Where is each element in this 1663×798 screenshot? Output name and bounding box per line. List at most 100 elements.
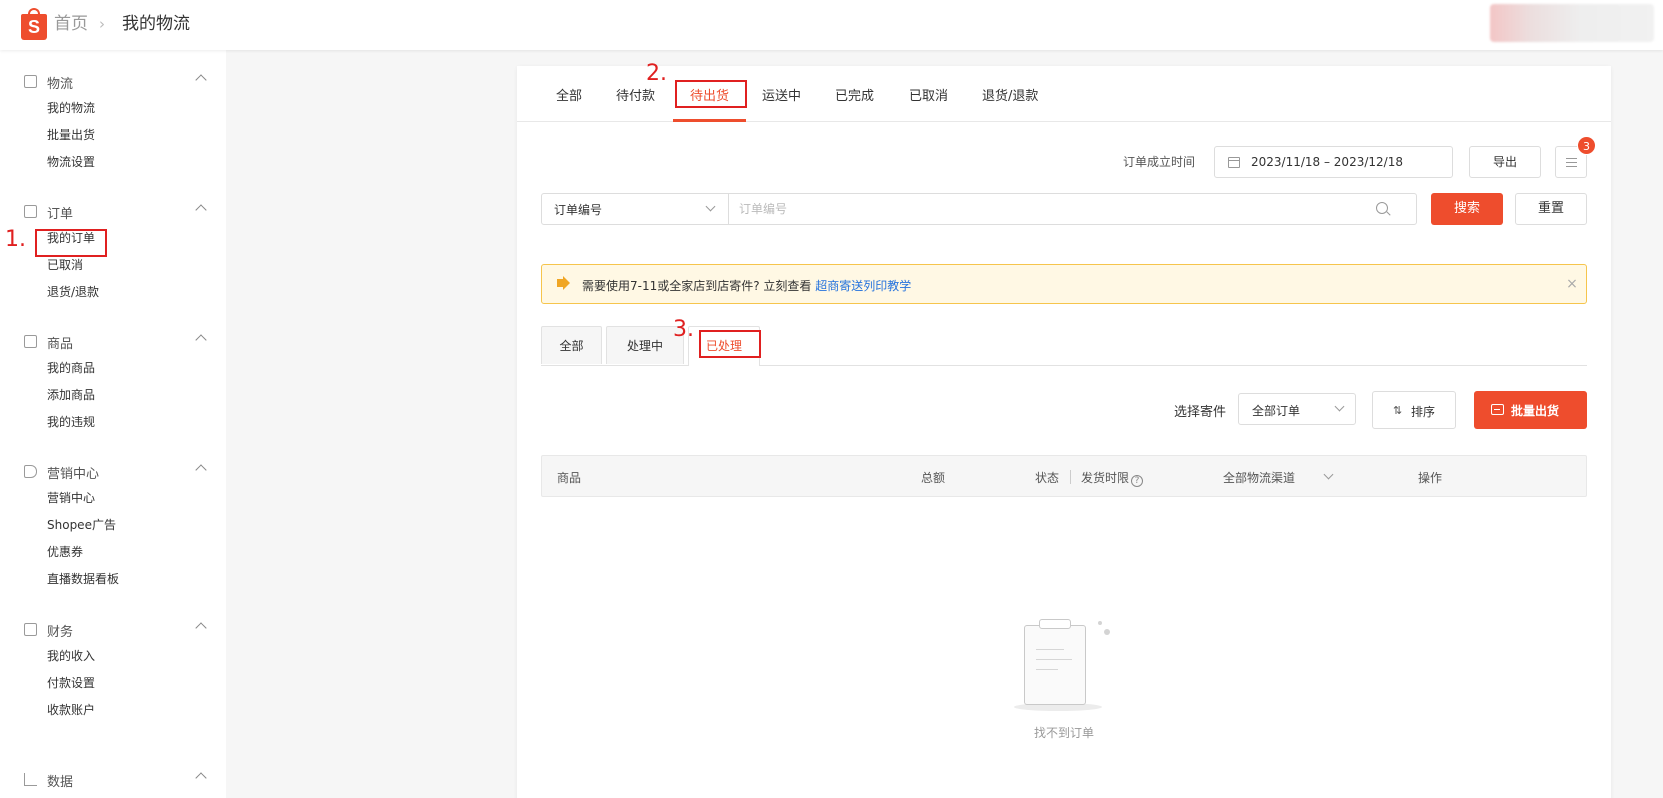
processing-tabs: 全部 处理中 已处理 [541,326,1587,366]
sidebar-item-marketing-center[interactable]: 营销中心 [47,489,95,506]
sidebar-section-title: 商品 [47,337,74,352]
search-icon[interactable] [1376,202,1388,214]
clipboard-icon [24,205,37,218]
chart-icon [24,773,37,786]
shopee-logo-icon[interactable]: S [21,8,47,40]
column-ship-deadline-label: 发货时限 [1081,471,1130,485]
column-logistics-channel[interactable]: 全部物流渠道 [1223,469,1295,486]
sidebar-item-payment-settings[interactable]: 付款设置 [47,674,95,691]
sidebar-section-title: 数据 [47,775,74,790]
sidebar-item-my-income[interactable]: 我的收入 [47,647,95,664]
empty-state-text: 找不到订单 [1033,726,1094,740]
sidebar-item-logistics-settings[interactable]: 物流设置 [47,153,95,170]
help-icon[interactable]: ? [1131,475,1144,487]
chevron-up-icon[interactable] [195,622,207,634]
breadcrumb-separator: › [99,15,105,33]
chevron-up-icon[interactable] [195,772,207,784]
sidebar-section-header[interactable]: 财务 [22,620,212,640]
sidebar-item-shopee-ads[interactable]: Shopee广告 [47,516,116,533]
column-ship-deadline: 发货时限? [1081,469,1144,487]
sidebar-item-violations[interactable]: 我的违规 [47,413,95,430]
chevron-up-icon[interactable] [195,74,207,86]
order-time-label: 订单成立时间 [1123,155,1196,169]
tab-unpaid[interactable]: 待付款 [616,85,655,104]
select-shipment-label: 选择寄件 [1174,405,1227,420]
sidebar-section-title: 物流 [47,77,74,92]
chevron-down-icon [1334,401,1345,412]
annotation-number-1: 1. [5,227,26,252]
tab-cancelled[interactable]: 已取消 [909,85,948,104]
sidebar-section-header[interactable]: 订单 [22,202,212,222]
sidebar-item-my-logistics[interactable]: 我的物流 [47,99,95,116]
tab-completed[interactable]: 已完成 [835,85,874,104]
notification-badge: 3 [1577,136,1596,155]
chevron-down-icon [705,201,716,212]
notice-link[interactable]: 超商寄送列印教学 [815,279,911,293]
breadcrumb-current: 我的物流 [122,14,190,34]
annotation-box-1 [35,229,107,257]
notice-text: 需要使用7-11或全家店到店寄件? 立刻查看 超商寄送列印教学 [582,277,911,294]
sidebar-item-payout-account[interactable]: 收款账户 [47,701,95,718]
notice-banner: 需要使用7-11或全家店到店寄件? 立刻查看 超商寄送列印教学 × [541,264,1587,304]
column-divider [1070,470,1071,484]
search-type-select[interactable]: 订单编号 [542,194,729,224]
printer-icon [1491,404,1504,415]
search-button[interactable]: 搜索 [1431,193,1503,225]
sidebar-section-title: 订单 [47,207,74,222]
chevron-down-icon[interactable] [1323,469,1334,480]
sort-icon: ⇅ [1393,404,1403,417]
speaker-icon [557,276,570,290]
sidebar-item-returns[interactable]: 退货/退款 [47,283,99,300]
sidebar-section-header[interactable]: 商品 [22,332,212,352]
tab-returns[interactable]: 退货/退款 [982,85,1038,104]
sidebar-section-header[interactable]: 数据 [22,770,212,790]
active-tab-indicator [673,119,746,122]
subtab-all[interactable]: 全部 [541,326,602,364]
export-button[interactable]: 导出 [1469,146,1541,178]
tab-all[interactable]: 全部 [556,85,582,104]
sidebar-section-title: 财务 [47,625,74,640]
sidebar-item-batch-shipping[interactable]: 批量出货 [47,126,95,143]
sidebar: 物流 我的物流 批量出货 物流设置 订单 我的订单 已取消 退货/退款 商品 我… [0,50,226,798]
sidebar-section-header[interactable]: 物流 [22,72,212,92]
orders-table-header: 商品 总额 状态 发货时限? 全部物流渠道 操作 [541,455,1587,497]
close-icon[interactable]: × [1565,277,1579,291]
column-actions: 操作 [1418,471,1443,485]
tag-icon [24,465,37,478]
empty-clipboard-icon [1014,619,1114,711]
box-icon [24,335,37,348]
date-range-value: 2023/11/18 – 2023/12/18 [1251,155,1403,169]
shipment-filter-select[interactable]: 全部订单 [1238,393,1356,425]
search-type-value: 订单编号 [554,203,603,217]
chevron-up-icon[interactable] [195,334,207,346]
logo-letter: S [21,14,47,40]
sidebar-item-live-dashboard[interactable]: 直播数据看板 [47,570,119,587]
sidebar-item-vouchers[interactable]: 优惠券 [47,543,83,560]
annotation-box-3 [699,330,761,358]
sidebar-section-header[interactable]: 营销中心 [22,462,212,482]
package-icon [24,75,37,88]
date-range-picker[interactable]: 2023/11/18 – 2023/12/18 [1214,146,1453,178]
list-icon [1566,158,1577,167]
annotation-number-2: 2. [646,61,667,86]
sidebar-item-my-products[interactable]: 我的商品 [47,359,95,376]
reset-button[interactable]: 重置 [1515,193,1587,225]
sidebar-section-title: 营销中心 [47,467,100,482]
batch-ship-label: 批量出货 [1511,404,1560,418]
column-total: 总额 [921,471,946,485]
notice-message: 需要使用7-11或全家店到店寄件? 立刻查看 [582,279,816,293]
chevron-up-icon[interactable] [195,464,207,476]
breadcrumb-home[interactable]: 首页 [54,13,88,35]
sidebar-item-cancelled[interactable]: 已取消 [47,256,83,273]
chevron-up-icon[interactable] [195,204,207,216]
wallet-icon [24,623,37,636]
batch-ship-button[interactable]: 批量出货 [1474,391,1587,429]
shipment-filter-value: 全部订单 [1252,404,1301,418]
sidebar-item-add-product[interactable]: 添加商品 [47,386,95,403]
account-avatar[interactable] [1490,4,1654,42]
tab-shipping[interactable]: 运送中 [762,85,801,104]
sort-button[interactable]: ⇅ 排序 [1372,391,1456,429]
annotation-number-3: 3. [673,317,694,342]
search-input[interactable] [739,194,1369,224]
annotation-box-2 [675,80,747,108]
